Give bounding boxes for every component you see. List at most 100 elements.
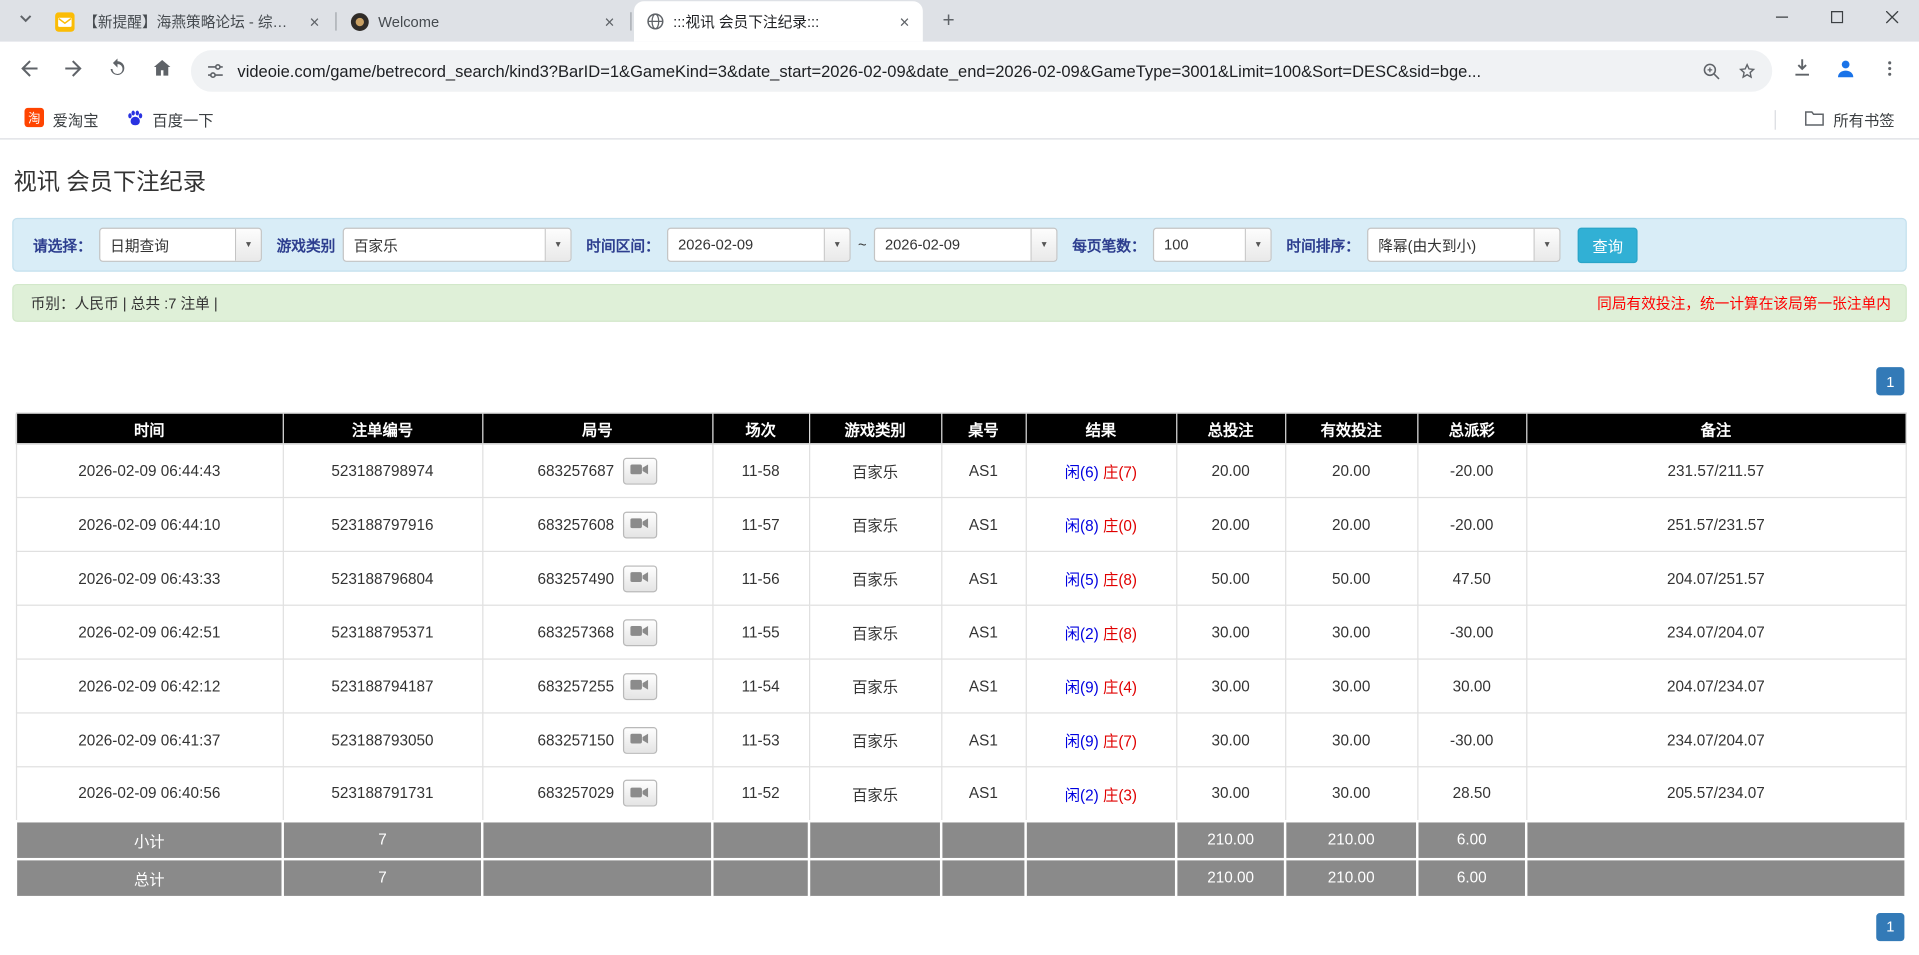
subtotal-row-cell: 7 <box>281 819 484 860</box>
video-replay-button[interactable] <box>622 672 657 700</box>
page-content: 视讯 会员下注纪录 请选择： 日期查询 ▼ 游戏类别 百家乐 ▼ 时间区间： 2… <box>0 139 1919 955</box>
page-number-button[interactable]: 1 <box>1876 912 1905 941</box>
tab-divider <box>630 12 632 31</box>
subtotal-row-cell <box>1024 819 1178 860</box>
sort-label: 时间排序： <box>1286 236 1360 254</box>
chevron-down-icon[interactable]: ▼ <box>235 228 261 261</box>
cell-table-no: AS1 <box>940 658 1027 714</box>
browser-tab-forum[interactable]: 【新提醒】海燕策略论坛 - 综合... × <box>44 1 333 41</box>
browser-window: 【新提醒】海燕策略论坛 - 综合... × Welcome × :::视讯 会员… <box>0 0 1919 955</box>
video-camera-icon <box>630 461 649 479</box>
game-type-select[interactable]: 百家乐 ▼ <box>342 227 572 262</box>
mode-select-value: 日期查询 <box>110 236 169 254</box>
new-tab-button[interactable]: + <box>933 5 965 37</box>
search-button[interactable]: 查询 <box>1577 227 1638 263</box>
bookmark-star-icon[interactable] <box>1737 61 1758 82</box>
column-header-table-no: 桌号 <box>940 412 1027 445</box>
date-start-select[interactable]: 2026-02-09 ▼ <box>667 227 851 262</box>
subtotal-row-cell: 小计 <box>14 819 284 860</box>
cell-table-no: AS1 <box>940 550 1027 606</box>
video-replay-button[interactable] <box>622 457 657 485</box>
cell-round-no: 683257368 <box>481 604 713 660</box>
video-replay-button[interactable] <box>622 564 657 592</box>
reload-button[interactable] <box>97 50 139 92</box>
cell-table-no: AS1 <box>940 496 1027 552</box>
page-size-label: 每页笔数： <box>1072 236 1146 254</box>
cell-time: 2026-02-09 06:42:51 <box>15 604 284 660</box>
page-number-button[interactable]: 1 <box>1876 367 1905 396</box>
cell-payout: -20.00 <box>1416 496 1527 552</box>
back-icon <box>17 56 41 87</box>
tab-close-icon[interactable]: × <box>305 12 325 32</box>
filter-bar: 请选择： 日期查询 ▼ 游戏类别 百家乐 ▼ 时间区间： 2026-02-09 … <box>12 217 1907 272</box>
browser-menu-button[interactable] <box>1869 50 1911 92</box>
back-button[interactable] <box>9 50 51 92</box>
video-replay-button[interactable] <box>622 779 657 807</box>
cell-result: 闲(2) 庄(3) <box>1025 766 1177 822</box>
subtotal-row-cell <box>939 819 1027 860</box>
cell-note: 234.07/204.07 <box>1525 604 1907 660</box>
chevron-down-icon[interactable]: ▼ <box>544 228 571 261</box>
cell-payout: 47.50 <box>1416 550 1527 606</box>
site-settings-icon[interactable] <box>206 61 226 81</box>
cell-session: 11-53 <box>711 712 810 768</box>
tab-search-button[interactable] <box>10 5 42 37</box>
video-replay-button[interactable] <box>622 726 657 754</box>
chevron-down-icon[interactable]: ▼ <box>1533 228 1560 261</box>
home-button[interactable] <box>141 50 183 92</box>
date-end-select[interactable]: 2026-02-09 ▼ <box>873 227 1058 262</box>
browser-tab-bet-records[interactable]: :::视讯 会员下注纪录::: × <box>633 1 923 42</box>
browser-tab-welcome[interactable]: Welcome × <box>339 1 628 41</box>
result-banker: 庄(3) <box>1103 786 1138 804</box>
cell-bet-no: 523188791731 <box>282 766 483 822</box>
round-number: 683257029 <box>537 784 615 802</box>
video-camera-icon <box>630 569 649 587</box>
column-header-game-type: 游戏类别 <box>808 412 942 445</box>
browser-tab-bar: 【新提醒】海燕策略论坛 - 综合... × Welcome × :::视讯 会员… <box>0 0 1919 42</box>
zoom-icon[interactable] <box>1701 61 1722 82</box>
cell-bet-no: 523188793050 <box>282 712 483 768</box>
window-close-button[interactable] <box>1864 0 1919 37</box>
mode-select[interactable]: 日期查询 ▼ <box>99 227 262 262</box>
cell-round-no: 683257255 <box>481 658 713 714</box>
bookmark-baidu[interactable]: 百度一下 <box>116 104 224 135</box>
video-replay-button[interactable] <box>622 618 657 646</box>
profile-icon <box>1833 56 1857 87</box>
bookmark-taobao[interactable]: 淘 爱淘宝 <box>15 104 109 135</box>
cell-note: 204.07/251.57 <box>1525 550 1907 606</box>
bet-record-row: 2026-02-09 06:43:33 523188796804 683257490… <box>15 550 1907 606</box>
cell-round-no: 683257490 <box>481 550 713 606</box>
cell-note: 204.07/234.07 <box>1525 658 1907 714</box>
video-replay-button[interactable] <box>622 510 657 538</box>
tab-close-icon[interactable]: × <box>895 12 915 32</box>
bet-record-row: 2026-02-09 06:44:43 523188798974 683257687… <box>15 443 1907 499</box>
sort-select[interactable]: 降幂(由大到小) ▼ <box>1367 227 1561 262</box>
subtotal-row-cell <box>807 819 943 860</box>
cell-round-no: 683257150 <box>481 712 713 768</box>
bet-record-row: 2026-02-09 06:44:10 523188797916 683257608… <box>15 496 1907 552</box>
chevron-down-icon[interactable]: ▼ <box>1030 228 1057 261</box>
column-header-round-no: 局号 <box>481 412 713 445</box>
date-range-separator: ~ <box>858 236 867 254</box>
game-logo-favicon-icon <box>350 12 370 32</box>
cell-game-type: 百家乐 <box>808 712 942 768</box>
column-header-payout: 总派彩 <box>1416 412 1527 445</box>
cell-result: 闲(9) 庄(7) <box>1025 712 1177 768</box>
date-start-value: 2026-02-09 <box>678 236 754 254</box>
chevron-down-icon[interactable]: ▼ <box>1244 228 1271 261</box>
window-maximize-button[interactable] <box>1809 0 1864 37</box>
bookmarks-divider <box>1774 109 1776 130</box>
tab-close-icon[interactable]: × <box>600 12 620 32</box>
forward-button[interactable] <box>53 50 95 92</box>
page-size-select[interactable]: 100 ▼ <box>1153 227 1272 262</box>
downloads-button[interactable] <box>1781 50 1823 92</box>
tab-title: Welcome <box>378 12 440 30</box>
cell-total-bet: 20.00 <box>1175 496 1286 552</box>
window-minimize-button[interactable] <box>1754 0 1809 37</box>
address-bar[interactable]: videoie.com/game/betrecord_search/kind3?… <box>190 50 1773 92</box>
profile-button[interactable] <box>1825 50 1867 92</box>
chevron-down-icon[interactable]: ▼ <box>823 228 850 261</box>
url-text[interactable]: videoie.com/game/betrecord_search/kind3?… <box>237 62 1686 80</box>
all-bookmarks-button[interactable]: 所有书签 <box>1794 104 1904 135</box>
video-camera-icon <box>630 623 649 641</box>
